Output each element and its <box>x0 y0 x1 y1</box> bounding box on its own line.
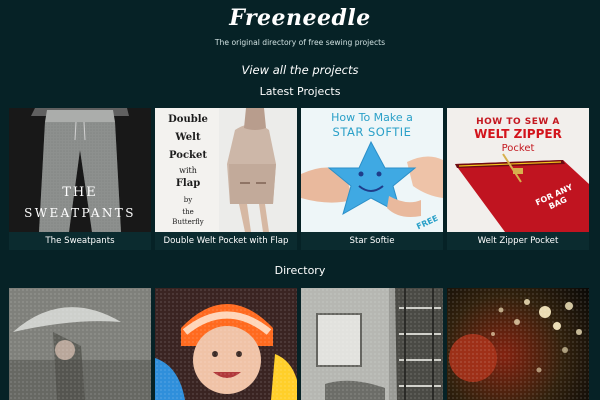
project-card-welt-zipper-pocket[interactable]: HOW TO SEW A WELT ZIPPER Pocket FOR ANY … <box>447 108 589 250</box>
directory-card-4[interactable] <box>447 288 589 400</box>
double-welt-text-with: with <box>179 166 197 175</box>
view-all-projects-link[interactable]: View all the projects <box>0 63 600 77</box>
latest-projects-heading: Latest Projects <box>259 85 341 98</box>
sweatpants-image-text-the: THE <box>62 185 98 200</box>
site-tagline: The original directory of free sewing pr… <box>214 38 386 47</box>
star-softie-image-heading-line1: How To Make a <box>331 111 413 124</box>
project-caption[interactable]: Star Softie <box>301 232 443 250</box>
project-caption[interactable]: Welt Zipper Pocket <box>447 232 589 250</box>
sweatpants-image-text-title: SWEATPANTS <box>24 206 136 220</box>
site-logo[interactable]: Freeneedle <box>0 5 600 31</box>
directory-noise-overlay <box>301 288 443 400</box>
welt-zipper-heading-line3: Pocket <box>501 143 535 154</box>
directory-thumbnail <box>447 288 589 400</box>
directory-noise-overlay <box>9 288 151 400</box>
sweatpants-thumbnail: THE SWEATPANTS <box>9 108 151 232</box>
welt-zipper-pocket-thumbnail: HOW TO SEW A WELT ZIPPER Pocket FOR ANY … <box>447 108 589 232</box>
double-welt-text-pocket: Pocket <box>169 150 207 161</box>
project-caption[interactable]: The Sweatpants <box>9 232 151 250</box>
directory-card-2[interactable] <box>155 288 297 400</box>
latest-projects-grid: THE SWEATPANTS The Sweatpants Double Wel… <box>9 108 591 250</box>
double-welt-pocket-thumbnail: Double Welt Pocket with Flap by the Butt… <box>155 108 297 232</box>
directory-noise-overlay <box>447 288 589 400</box>
directory-noise-overlay <box>155 288 297 400</box>
double-welt-text-by: by <box>183 196 193 204</box>
double-welt-text-welt: Welt <box>175 132 201 143</box>
directory-card-3[interactable] <box>301 288 443 400</box>
directory-card-1[interactable] <box>9 288 151 400</box>
double-welt-text-the: the <box>182 208 194 216</box>
welt-zipper-heading-line2: WELT ZIPPER <box>474 127 562 141</box>
double-welt-text-flap: Flap <box>175 178 201 189</box>
directory-thumbnail <box>155 288 297 400</box>
star-softie-thumbnail: How To Make a STAR SOFTIE FREE <box>301 108 443 232</box>
project-card-star-softie[interactable]: How To Make a STAR SOFTIE FREE Star Soft… <box>301 108 443 250</box>
directory-grid <box>9 288 591 400</box>
directory-thumbnail <box>301 288 443 400</box>
project-card-double-welt-pocket[interactable]: Double Welt Pocket with Flap by the Butt… <box>155 108 297 250</box>
double-welt-text-double: Double <box>168 114 208 125</box>
star-softie-image-heading-line2: STAR SOFTIE <box>332 125 412 139</box>
directory-thumbnail <box>9 288 151 400</box>
project-caption[interactable]: Double Welt Pocket with Flap <box>155 232 297 250</box>
double-welt-text-butterfly: Butterfly <box>172 218 204 226</box>
directory-heading: Directory <box>274 264 326 277</box>
project-card-sweatpants[interactable]: THE SWEATPANTS The Sweatpants <box>9 108 151 250</box>
